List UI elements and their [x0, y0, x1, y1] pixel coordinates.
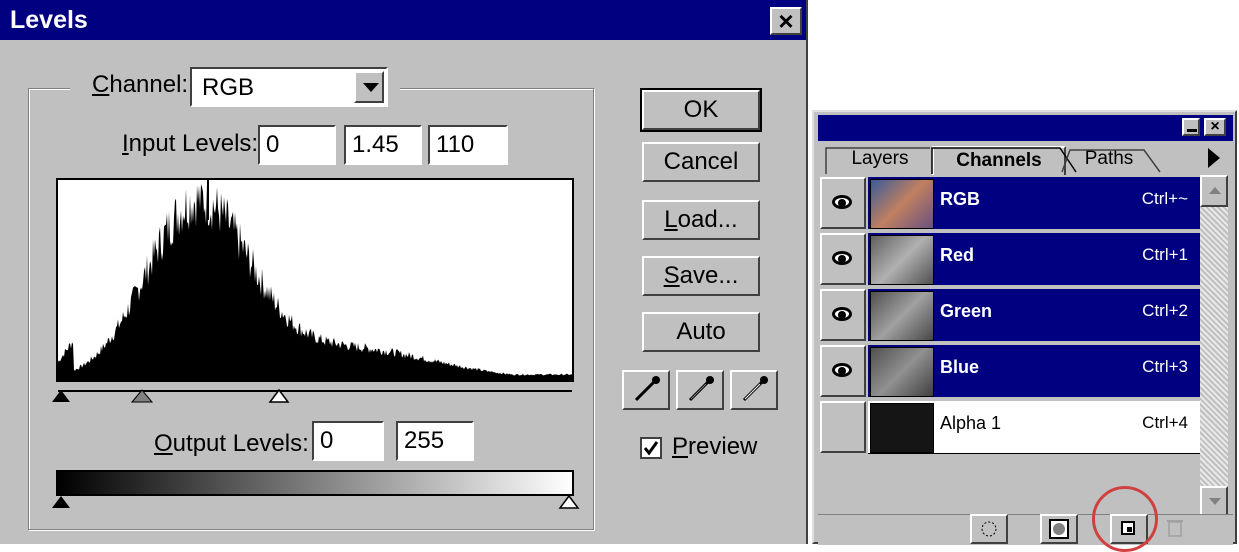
eyedropper-icon — [688, 376, 714, 402]
input-slider-handles[interactable] — [44, 388, 604, 408]
scroll-up-button[interactable] — [1200, 175, 1228, 207]
visibility-toggle[interactable] — [820, 289, 866, 341]
output-levels-label: Output Levels: — [154, 430, 309, 457]
visibility-toggle[interactable] — [820, 177, 866, 229]
eyedropper-icon — [634, 376, 660, 402]
output-slider-handles[interactable] — [44, 494, 604, 512]
eye-icon — [832, 251, 852, 265]
channel-thumbnail — [870, 179, 934, 229]
minimize-button[interactable] — [1182, 118, 1200, 136]
levels-dialog: Levels × Channel: RGB Input Levels: 0 1.… — [0, 0, 808, 544]
palette-close-button[interactable]: × — [1204, 118, 1226, 136]
output-black-handle[interactable] — [52, 496, 70, 508]
eye-icon — [832, 307, 852, 321]
gray-eyedropper-button[interactable] — [676, 370, 724, 410]
auto-button[interactable]: Auto — [642, 312, 760, 352]
minimize-icon — [1187, 129, 1197, 132]
close-icon: × — [778, 6, 794, 36]
load-button[interactable]: Load... — [642, 200, 760, 240]
input-levels-label: Input Levels: — [122, 130, 259, 157]
channel-row-rgb[interactable]: RGB Ctrl+~ — [820, 175, 1200, 231]
palette-title-bar[interactable] — [818, 115, 1233, 141]
channel-thumbnail — [870, 235, 934, 285]
channel-name: RGB — [940, 189, 980, 209]
channel-shortcut: Ctrl+3 — [1142, 357, 1188, 376]
white-eyedropper-button[interactable] — [730, 370, 778, 410]
save-selection-as-channel-button[interactable] — [1040, 514, 1078, 544]
channel-name: Blue — [940, 357, 980, 377]
chevron-down-icon — [1209, 498, 1221, 505]
cancel-button[interactable]: Cancel — [642, 142, 760, 182]
channel-thumbnail — [870, 403, 934, 453]
channel-row-red[interactable]: Red Ctrl+1 — [820, 231, 1200, 287]
output-gradient-bar — [56, 470, 574, 496]
annotation-circle — [1092, 486, 1158, 552]
load-channel-as-selection-button[interactable] — [970, 514, 1008, 544]
channel-row-alpha-1[interactable]: Alpha 1 Ctrl+4 — [820, 399, 1200, 455]
input-gamma-field[interactable]: 1.45 — [344, 125, 422, 165]
black-point-handle[interactable] — [52, 390, 70, 402]
ok-button[interactable]: OK — [640, 88, 762, 132]
checkmark-icon — [643, 441, 659, 456]
black-eyedropper-button[interactable] — [622, 370, 670, 410]
channel-row-green[interactable]: Green Ctrl+2 — [820, 287, 1200, 343]
white-point-handle[interactable] — [268, 388, 290, 403]
levels-title: Levels — [10, 6, 88, 34]
channel-scrollbar[interactable] — [1200, 175, 1228, 513]
channel-thumbnail — [870, 291, 934, 341]
channel-thumbnail — [870, 347, 934, 397]
eye-icon — [832, 363, 852, 377]
eyedropper-icon — [742, 376, 768, 402]
eye-icon — [832, 195, 852, 209]
save-selection-icon — [1049, 519, 1069, 539]
histogram-graph — [58, 180, 572, 380]
gamma-handle[interactable] — [130, 389, 154, 403]
tab-outlines — [825, 147, 1161, 174]
close-button[interactable]: × — [770, 7, 802, 35]
channel-name: Red — [940, 245, 975, 265]
preview-label[interactable]: Preview — [672, 433, 757, 461]
channel-row-blue[interactable]: Blue Ctrl+3 — [820, 343, 1200, 399]
channel-list: RGB Ctrl+~ Red Ctrl+1 Green Ctrl+2 Blue … — [820, 175, 1200, 458]
histogram-shape — [58, 184, 572, 380]
scroll-down-button[interactable] — [1200, 486, 1228, 516]
output-white-field[interactable]: 255 — [396, 421, 474, 461]
load-selection-icon — [981, 521, 997, 537]
chevron-down-icon[interactable] — [354, 71, 384, 103]
histogram — [56, 178, 574, 382]
output-black-field[interactable]: 0 — [312, 421, 384, 461]
visibility-toggle[interactable] — [820, 345, 866, 397]
output-white-handle[interactable] — [558, 494, 580, 509]
channel-name: Alpha 1 — [940, 413, 1002, 433]
channel-label: Channel: — [92, 71, 189, 98]
trash-icon — [1167, 520, 1183, 537]
channel-shortcut: Ctrl+4 — [1142, 413, 1188, 432]
levels-title-bar[interactable]: Levels × — [0, 0, 806, 40]
channel-shortcut: Ctrl+2 — [1142, 301, 1188, 320]
channel-select[interactable]: RGB — [190, 67, 388, 107]
palette-menu-arrow-icon[interactable] — [1208, 148, 1220, 168]
channel-shortcut: Ctrl+~ — [1141, 189, 1188, 208]
visibility-toggle[interactable] — [820, 233, 866, 285]
chevron-up-icon — [1209, 187, 1221, 194]
visibility-toggle[interactable] — [820, 401, 866, 453]
channel-shortcut: Ctrl+1 — [1142, 245, 1188, 264]
preview-checkbox[interactable] — [640, 437, 662, 459]
delete-channel-button[interactable] — [1158, 514, 1196, 544]
input-black-field[interactable]: 0 — [258, 125, 336, 165]
channel-value: RGB — [202, 74, 255, 101]
save-button[interactable]: Save... — [642, 256, 760, 296]
channel-name: Green — [940, 301, 993, 321]
input-white-field[interactable]: 110 — [428, 125, 508, 165]
close-icon: × — [1210, 118, 1220, 135]
